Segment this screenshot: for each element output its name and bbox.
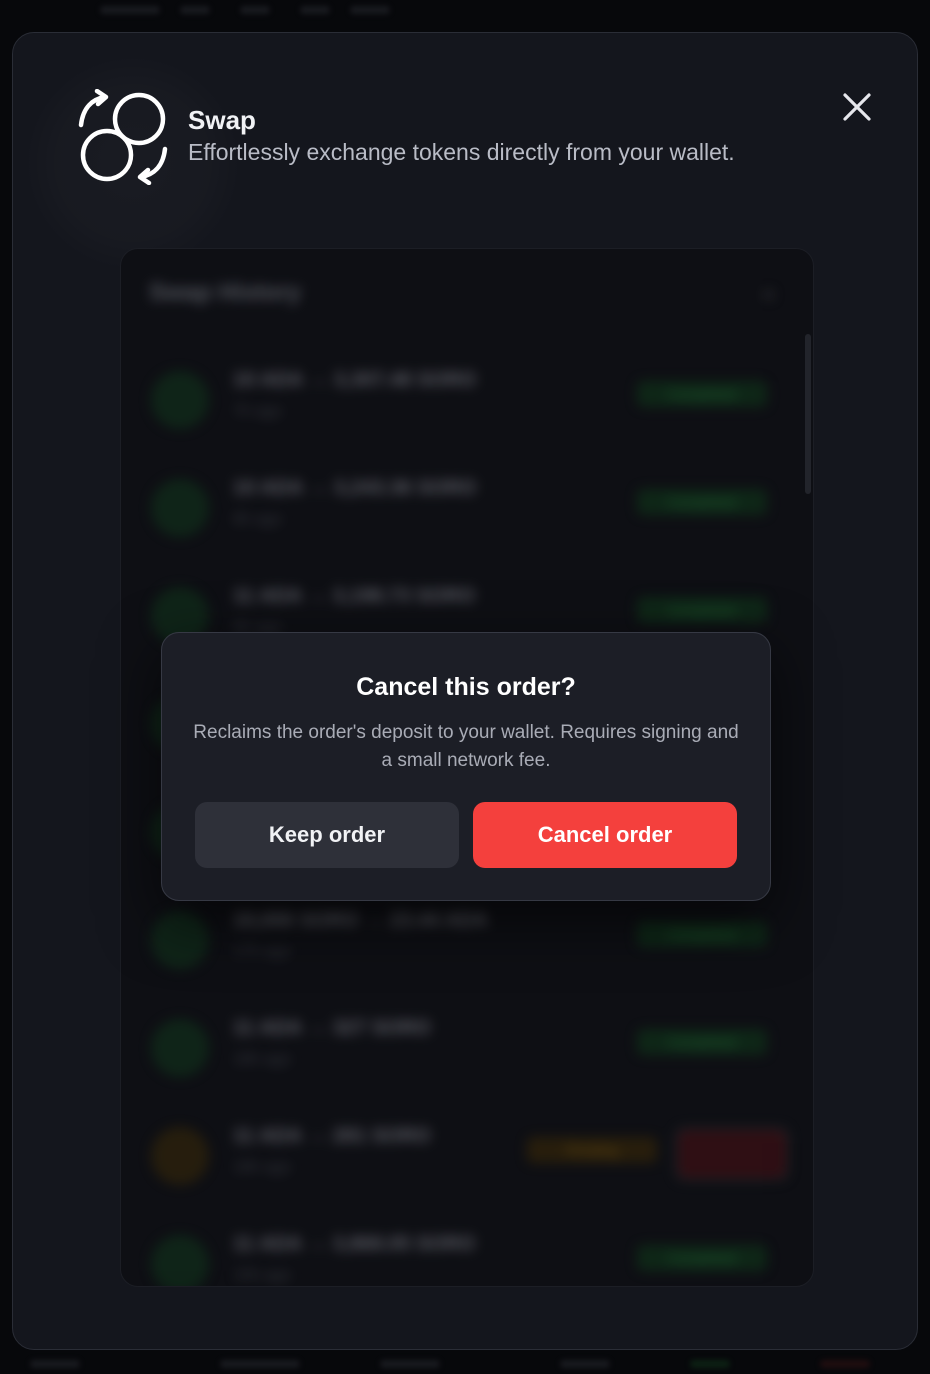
history-row[interactable]: 11 ADA → 3,868.05 SORO 19h ago Completed — [121, 1213, 813, 1286]
modal-subtitle: Effortlessly exchange tokens directly fr… — [188, 139, 735, 165]
history-row[interactable]: 10,000 SORO → 23.44 ADA 17h ago Complete… — [121, 889, 813, 997]
swap-pair: 10 ADA → 3,243.36 SORO — [233, 477, 477, 499]
cancel-order-dialog: Cancel this order? Reclaims the order's … — [161, 632, 771, 901]
status-icon — [151, 479, 209, 537]
swap-time: 19h ago — [233, 1267, 291, 1284]
scrollbar-thumb[interactable] — [805, 334, 811, 494]
swap-pair: 11 ADA → 3,868.05 SORO — [233, 1233, 475, 1255]
swap-pair: 11 ADA → 281 SORO — [233, 1125, 431, 1147]
swap-pair: 10,000 SORO → 23.44 ADA — [233, 909, 488, 931]
history-row[interactable]: 11 ADA → 281 SORO 18h ago Pending — [121, 1105, 813, 1213]
swap-time: 17h ago — [233, 943, 291, 960]
status-badge: Completed — [637, 921, 767, 947]
modal-title: Swap — [188, 105, 256, 135]
status-badge: Completed — [637, 381, 767, 407]
dialog-message: Reclaims the order's deposit to your wal… — [193, 722, 739, 771]
cancel-order-button[interactable]: Cancel order — [473, 802, 737, 868]
history-close-icon[interactable]: ✕ — [760, 283, 777, 308]
status-badge: Completed — [637, 1029, 767, 1055]
keep-order-button[interactable]: Keep order — [195, 802, 459, 868]
swap-modal: Swap Effortlessly exchange tokens direct… — [12, 32, 918, 1350]
background-bottom-strip — [0, 1350, 930, 1374]
swap-pair: 11 ADA → 3,198.73 SORO — [233, 585, 475, 607]
swap-pair: 11 ADA → 327 SORO — [233, 1017, 431, 1039]
swap-time: 8h ago — [233, 511, 282, 528]
history-row[interactable]: 11 ADA → 327 SORO 18h ago Completed — [121, 997, 813, 1105]
history-title: Swap History — [149, 279, 302, 306]
swap-pair: 10 ADA → 3,307.48 SORO — [233, 369, 477, 391]
status-badge: Completed — [637, 1245, 767, 1271]
dialog-title: Cancel this order? — [356, 673, 576, 701]
close-icon[interactable] — [839, 89, 875, 125]
swap-time: 18h ago — [233, 1159, 291, 1176]
history-row[interactable]: 10 ADA → 3,243.36 SORO 8h ago Completed — [121, 457, 813, 565]
history-row[interactable]: 10 ADA → 3,307.48 SORO 7h ago Completed — [121, 349, 813, 457]
status-icon — [151, 1019, 209, 1077]
status-icon — [151, 1127, 209, 1185]
status-icon — [151, 911, 209, 969]
background-top-strip — [0, 0, 930, 24]
status-badge: Pending — [527, 1137, 657, 1163]
status-icon — [151, 371, 209, 429]
status-icon — [151, 1235, 209, 1286]
swap-icon — [78, 89, 168, 185]
swap-time: 18h ago — [233, 1051, 291, 1068]
status-badge: Completed — [637, 489, 767, 515]
status-badge: Completed — [637, 597, 767, 623]
swap-time: 7h ago — [233, 403, 282, 420]
cancel-order-mini-button[interactable] — [675, 1127, 789, 1181]
